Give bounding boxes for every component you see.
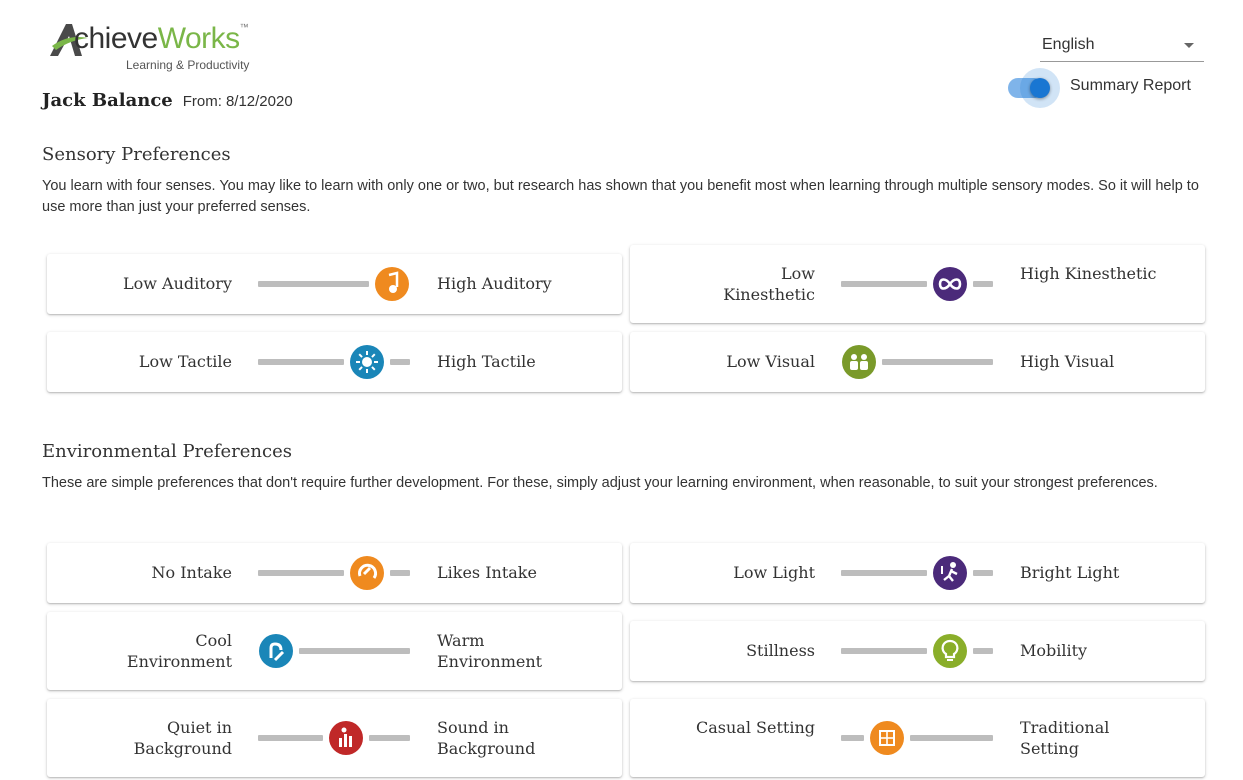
low-label: Low Tactile	[138, 352, 232, 371]
low-label: Cool Environment	[126, 631, 232, 671]
intake-swirl-icon	[350, 556, 385, 590]
preference-card: Low Auditory High Auditory	[47, 254, 622, 314]
high-label: High Auditory	[437, 274, 552, 293]
high-label: Warm Environment	[437, 631, 543, 671]
infinity-icon-glyph	[939, 278, 962, 290]
slider-track-right	[369, 735, 410, 741]
touch-sparkle-icon-glyph	[356, 351, 379, 373]
sensory-section-description: You learn with four senses. You may like…	[42, 178, 1199, 215]
preference-card: Stillness Mobility	[630, 621, 1205, 681]
low-label: Low Kinesthetic	[723, 264, 815, 304]
slider-track-left	[258, 359, 345, 365]
touch-sparkle-icon	[350, 345, 385, 379]
high-label: Sound in Background	[437, 718, 536, 758]
music-note-icon	[374, 267, 409, 301]
hand-temperature-icon	[259, 634, 294, 668]
sound-bars-icon-glyph	[339, 727, 353, 747]
people-group-icon-glyph	[850, 354, 869, 370]
report-page: chieveWorks™ Learning & Productivity Jac…	[0, 0, 1243, 780]
environmental-section-title: Environmental Preferences	[42, 441, 292, 462]
slider-track-right	[973, 281, 993, 287]
summary-report-label: Summary Report	[1070, 77, 1191, 94]
intake-swirl-icon-glyph	[358, 563, 378, 579]
logo-wordmark: chieveWorks™	[74, 22, 249, 56]
logo-trademark: ™	[239, 22, 249, 32]
high-label: High Kinesthetic	[1020, 264, 1157, 283]
language-select[interactable]: English	[1040, 28, 1204, 62]
summary-report-toggle[interactable]	[1004, 68, 1064, 110]
high-label: Bright Light	[1020, 563, 1120, 582]
slider-track-left	[258, 570, 345, 576]
low-label: No Intake	[151, 563, 232, 582]
achieveworks-logo: chieveWorks™ Learning & Productivity	[48, 18, 268, 74]
table-grid-icon	[869, 721, 904, 755]
slider-track-right	[390, 570, 410, 576]
preference-card: Low Visual High Visual	[630, 332, 1205, 392]
preference-card: Low Tactile High Tactile	[47, 332, 622, 392]
slider-track-left	[841, 570, 928, 576]
preference-card: Quiet in Background Sound in Background	[47, 699, 622, 777]
preference-card: Low Kinesthetic High Kinesthetic	[630, 245, 1205, 323]
slider-track-right	[882, 359, 993, 365]
slider-track-right	[390, 359, 410, 365]
people-group-icon	[842, 345, 877, 379]
slider-track-right	[909, 735, 993, 741]
slider-track-left	[258, 735, 324, 741]
high-label: Mobility	[1020, 641, 1088, 660]
slider-track-right	[299, 648, 410, 654]
preference-card: Cool Environment Warm Environment	[47, 612, 622, 690]
toggle-knob	[1030, 78, 1050, 98]
slider-track-left	[841, 735, 864, 741]
high-label: High Visual	[1020, 352, 1115, 371]
high-label: High Tactile	[437, 352, 536, 371]
person-light-icon-glyph	[941, 562, 958, 582]
slider-track-left	[258, 281, 369, 287]
low-label: Low Visual	[726, 352, 815, 371]
hand-temperature-icon-glyph	[269, 642, 285, 662]
person-name: Jack Balance	[42, 90, 173, 111]
lightbulb-icon	[933, 634, 968, 668]
slider-track-right	[973, 648, 993, 654]
low-label: Quiet in Background	[133, 718, 232, 758]
sound-bars-icon	[329, 721, 364, 755]
person-light-icon	[933, 556, 968, 590]
preference-card: No Intake Likes Intake	[47, 543, 622, 603]
from-label: From:	[182, 93, 222, 110]
low-label: Low Auditory	[122, 274, 232, 293]
sensory-section-title: Sensory Preferences	[42, 144, 231, 165]
slider-track-left	[841, 281, 928, 287]
slider-track-left	[841, 648, 928, 654]
table-grid-icon-glyph	[878, 730, 895, 746]
language-value: English	[1042, 36, 1095, 53]
low-label: Low Light	[733, 563, 815, 582]
high-label: Traditional Setting	[1020, 718, 1110, 758]
high-label: Likes Intake	[437, 563, 537, 582]
slider-track-right	[973, 570, 993, 576]
chevron-down-icon	[1184, 43, 1194, 48]
person-header: Jack Balance From: 8/12/2020	[42, 90, 293, 111]
low-label: Casual Setting	[696, 718, 815, 737]
low-label: Stillness	[746, 641, 815, 660]
logo-text-achieve: chieve	[74, 22, 158, 55]
environmental-section-description: These are simple preferences that don't …	[42, 475, 1158, 491]
from-date: 8/12/2020	[225, 93, 293, 110]
music-note-icon-glyph	[388, 271, 398, 293]
logo-text-works: Works	[157, 22, 240, 55]
infinity-icon	[933, 267, 968, 301]
preference-card: Low Light Bright Light	[630, 543, 1205, 603]
lightbulb-icon-glyph	[941, 639, 959, 661]
preference-card: Casual Setting Traditional Setting	[630, 699, 1205, 777]
logo-tagline: Learning & Productivity	[126, 58, 250, 72]
